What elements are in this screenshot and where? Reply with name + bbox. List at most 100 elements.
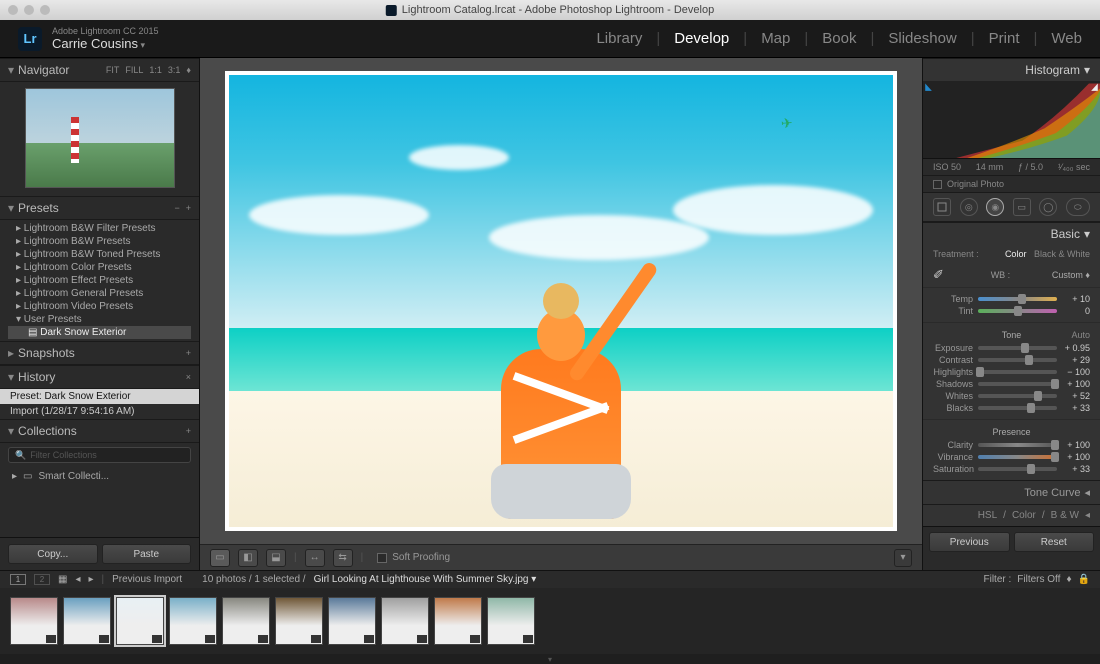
basic-panel-header[interactable]: Basic ▾ [923,222,1100,245]
slider-value[interactable]: + 100 [1062,452,1090,462]
color-tab[interactable]: Color [1012,510,1036,521]
module-tab-slideshow[interactable]: Slideshow [888,30,956,47]
soft-proofing-toggle[interactable]: Soft Proofing [377,552,450,563]
slider-highlights[interactable]: Highlights− 100 [933,367,1090,377]
filmstrip-thumb[interactable] [116,597,164,645]
module-tab-develop[interactable]: Develop [674,30,729,47]
filmstrip-thumb[interactable] [487,597,535,645]
eyedropper-icon[interactable]: ✐ [933,267,949,283]
slider-vibrance[interactable]: Vibrance+ 100 [933,452,1090,462]
identity-name[interactable]: Carrie Cousins [52,36,159,51]
collection-smart[interactable]: ▸ ▭ Smart Collecti... [0,467,199,486]
toolbar-menu-button[interactable]: ▾ [894,549,912,567]
filmstrip-thumb[interactable] [63,597,111,645]
module-tab-web[interactable]: Web [1051,30,1082,47]
slider-exposure[interactable]: Exposure+ 0.95 [933,343,1090,353]
preset-group[interactable]: ▸ Lightroom B&W Filter Presets [8,222,191,235]
filmstrip-thumb[interactable] [222,597,270,645]
module-tab-book[interactable]: Book [822,30,856,47]
preset-group[interactable]: ▸ Lightroom B&W Toned Presets [8,248,191,261]
filter-mode-dropdown[interactable]: Filters Off [1017,574,1060,585]
filmstrip-thumb[interactable] [381,597,429,645]
preset-group[interactable]: ▸ Lightroom Video Presets [8,300,191,313]
snapshots-header[interactable]: ▸Snapshots + [0,341,199,365]
preset-group[interactable]: ▸ Lightroom General Presets [8,287,191,300]
slider-value[interactable]: + 0.95 [1062,343,1090,353]
history-header[interactable]: ▾History × [0,365,199,389]
hsl-panel-header[interactable]: HSL/ Color/ B & W ◂ [923,504,1100,526]
slider-track[interactable] [978,370,1057,374]
slider-value[interactable]: − 100 [1062,367,1090,377]
slider-track[interactable] [978,346,1057,350]
filmstrip-thumb[interactable] [10,597,58,645]
tone-curve-panel-header[interactable]: Tone Curve ◂ [923,480,1100,504]
filmstrip-thumb[interactable] [169,597,217,645]
nav-ratio-1[interactable]: 1:1 [149,65,162,75]
presets-header[interactable]: ▾Presets −+ [0,196,199,220]
close-icon[interactable] [8,5,18,15]
slider-track[interactable] [978,297,1057,301]
slider-track[interactable] [978,406,1057,410]
slider-track[interactable] [978,309,1057,313]
window-controls[interactable] [8,5,50,15]
filmstrip-thumb[interactable] [328,597,376,645]
slider-handle-icon[interactable] [1027,464,1035,474]
nav-ratio-menu-icon[interactable]: ♦ [186,65,191,75]
slider-value[interactable]: 0 [1062,306,1090,316]
collections-header[interactable]: ▾Collections + [0,419,199,443]
slider-saturation[interactable]: Saturation+ 33 [933,464,1090,474]
slider-whites[interactable]: Whites+ 52 [933,391,1090,401]
paste-settings-button[interactable]: Paste [102,544,192,564]
slider-track[interactable] [978,394,1057,398]
nav-back-icon[interactable]: ◂ [75,574,80,585]
history-entry[interactable]: Preset: Dark Snow Exterior [0,389,199,404]
filmstrip-grip-icon[interactable]: ▾ [0,654,1100,664]
copy-ba-button[interactable]: ⇆ [333,549,353,567]
original-photo-toggle[interactable]: Original Photo [923,176,1100,192]
treatment-color[interactable]: Color [1005,249,1027,259]
photo-preview[interactable]: ✈ [225,71,897,531]
preset-group[interactable]: ▸ Lightroom Effect Presets [8,274,191,287]
collections-filter-input[interactable]: 🔍 Filter Collections [8,447,191,463]
filmstrip-thumb[interactable] [434,597,482,645]
slider-track[interactable] [978,358,1057,362]
nav-fill[interactable]: FILL [125,65,143,75]
monitor-2-button[interactable]: 2 [34,574,50,585]
module-tab-library[interactable]: Library [596,30,642,47]
slider-handle-icon[interactable] [1014,306,1022,316]
slider-temp[interactable]: Temp+ 10 [933,294,1090,304]
slider-handle-icon[interactable] [1027,403,1035,413]
copy-settings-button[interactable]: Copy... [8,544,98,564]
preset-group[interactable]: ▸ Lightroom B&W Presets [8,235,191,248]
filmstrip-thumb[interactable] [275,597,323,645]
spot-removal-tool-icon[interactable]: ◎ [960,198,978,216]
treatment-bw[interactable]: Black & White [1034,249,1090,259]
slider-handle-icon[interactable] [1018,294,1026,304]
slider-value[interactable]: + 33 [1062,464,1090,474]
slider-handle-icon[interactable] [1051,452,1059,462]
slider-handle-icon[interactable] [1021,343,1029,353]
navigator-preview[interactable] [25,88,175,188]
add-icon[interactable]: + [186,426,191,436]
adjustment-brush-tool-icon[interactable]: ⬭ [1066,198,1090,216]
add-icon[interactable]: + [186,348,191,358]
remove-icon[interactable]: − [174,203,179,213]
bw-tab[interactable]: B & W [1051,510,1079,521]
minimize-icon[interactable] [24,5,34,15]
filter-menu-icon[interactable]: ♦ [1066,574,1071,585]
slider-track[interactable] [978,467,1057,471]
slider-shadows[interactable]: Shadows+ 100 [933,379,1090,389]
loupe-view-button[interactable]: ▭ [210,549,230,567]
redeye-tool-icon[interactable]: ◉ [986,198,1004,216]
slider-blacks[interactable]: Blacks+ 33 [933,403,1090,413]
previous-button[interactable]: Previous [929,532,1010,552]
slider-contrast[interactable]: Contrast+ 29 [933,355,1090,365]
wb-mode-dropdown[interactable]: Custom ♦ [1052,270,1090,280]
slider-handle-icon[interactable] [1051,379,1059,389]
slider-value[interactable]: + 52 [1062,391,1090,401]
module-tab-map[interactable]: Map [761,30,790,47]
slider-value[interactable]: + 10 [1062,294,1090,304]
slider-value[interactable]: + 29 [1062,355,1090,365]
slider-handle-icon[interactable] [1025,355,1033,365]
auto-tone-button[interactable]: Auto [1071,330,1090,340]
